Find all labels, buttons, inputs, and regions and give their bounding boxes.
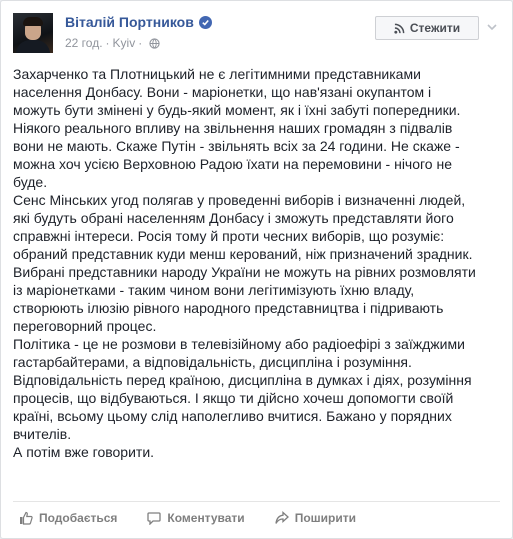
comment-label: Коментувати [167,510,245,525]
like-label: Подобається [39,510,118,525]
share-button[interactable]: Поширити [275,511,356,525]
globe-icon [149,37,160,49]
rss-icon [394,23,405,34]
like-button[interactable]: Подобається [19,511,117,525]
meta-separator: · [105,36,110,50]
author-avatar[interactable] [13,13,53,53]
thumbs-up-icon [20,511,33,525]
share-label: Поширити [294,510,356,525]
share-icon [275,510,289,524]
post-meta: 22 год. · Kyiv · [65,36,160,50]
follow-label: Стежити [409,21,461,35]
post-paragraph: Сенс Мінських угод полягав у проведенні … [13,192,476,334]
chevron-down-icon[interactable] [485,20,499,34]
follow-button[interactable]: Стежити [375,16,479,40]
post-card: Віталій Портников 22 год. · Kyiv · Стежи… [0,0,513,539]
post-paragraph: Захарченко та Плотницький не є легітимни… [13,66,461,190]
post-body: Захарченко та Плотницький не є легітимни… [13,65,479,461]
author-name-row: Віталій Портников [65,14,212,30]
meta-separator-2: · [138,36,143,50]
post-actions-bar: Подобається Коментувати Поширити [13,501,500,533]
post-paragraph: Політика - це не розмови в телевізійному… [13,336,472,442]
post-header: Віталій Портников 22 год. · Kyiv · Стежи… [13,13,500,57]
post-time[interactable]: 22 год. [65,36,103,50]
post-location[interactable]: Kyiv [113,36,136,50]
comment-icon [147,511,162,525]
verified-badge-icon [198,15,212,29]
comment-button[interactable]: Коментувати [147,510,245,525]
post-paragraph: А потім вже говорити. [13,444,155,460]
author-name[interactable]: Віталій Портников [65,14,194,30]
